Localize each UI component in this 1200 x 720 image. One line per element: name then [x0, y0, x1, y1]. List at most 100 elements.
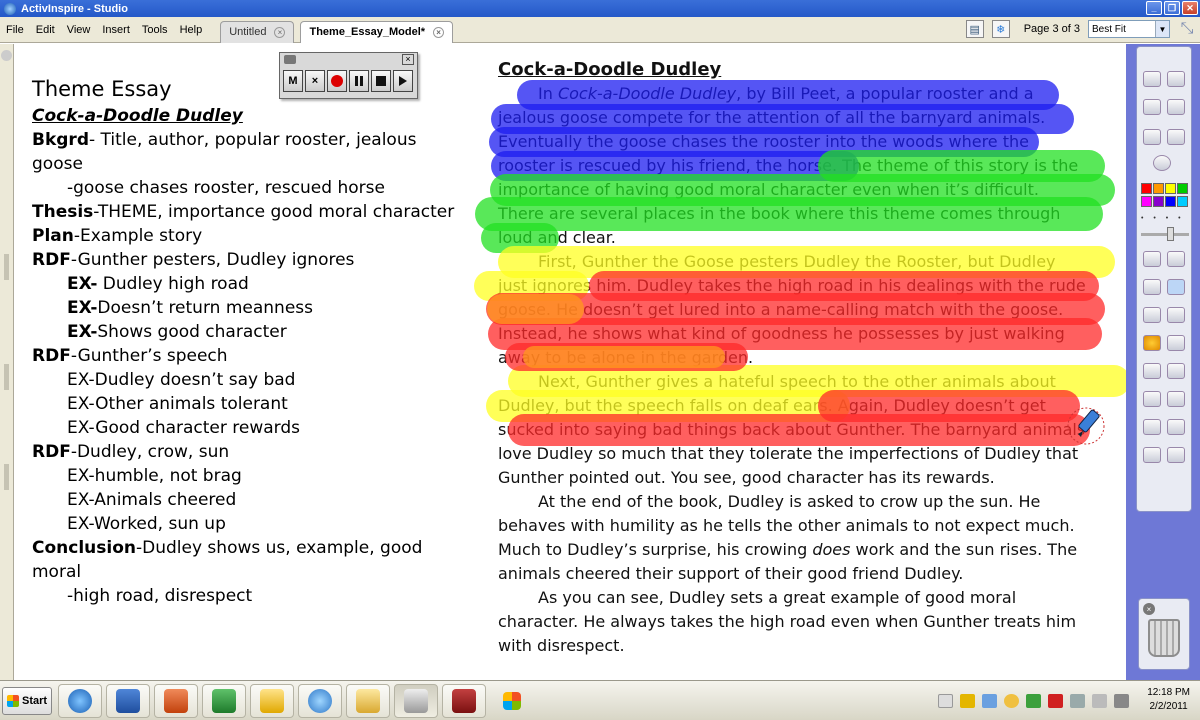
close-button[interactable]: ✕	[1182, 1, 1198, 15]
tab-label: Theme_Essay_Model*	[309, 26, 426, 38]
menu-insert[interactable]: Insert	[96, 24, 136, 36]
eraser-icon[interactable]	[1143, 307, 1161, 323]
menu-file[interactable]: File	[0, 24, 30, 36]
select-icon[interactable]	[1143, 251, 1161, 267]
next-page-icon[interactable]	[1167, 129, 1185, 145]
tray-display-icon[interactable]	[1092, 694, 1107, 708]
taskbar: Start 12:18 PM 2/2/2011	[0, 680, 1200, 720]
chevron-down-icon: ▼	[1155, 21, 1169, 37]
panel-handle[interactable]	[4, 364, 9, 390]
tab-theme-essay-model[interactable]: Theme_Essay_Model* ×	[300, 20, 454, 43]
pen-mode-icon[interactable]	[1143, 99, 1161, 115]
reset-page-icon[interactable]	[1167, 391, 1185, 407]
office-taskbar-button[interactable]	[490, 684, 534, 718]
explorer-taskbar-button[interactable]	[346, 684, 390, 718]
menu-help[interactable]: Help	[174, 24, 209, 36]
color-swatch-yellow[interactable]	[1165, 183, 1176, 194]
window-title: ActivInspire - Studio	[21, 2, 128, 15]
outline-line-text: -goose chases rooster, rescued horse	[67, 178, 385, 198]
panel-handle[interactable]	[4, 254, 9, 280]
outline-line-label: Thesis	[32, 202, 94, 222]
pen-width-slider[interactable]	[1141, 233, 1189, 236]
fullscreen-icon[interactable]: ⤡	[1178, 20, 1196, 38]
color-swatch-magenta[interactable]	[1141, 196, 1152, 207]
itunes-taskbar-button[interactable]	[298, 684, 342, 718]
flipchart-canvas[interactable]: Theme Essay Cock-a-Doodle Dudley Bkgrd- …	[14, 44, 1126, 680]
desktop-annotate-icon[interactable]	[1167, 99, 1185, 115]
clock[interactable]: 12:18 PM 2/2/2011	[1147, 686, 1190, 714]
main-menu-icon[interactable]	[1143, 71, 1161, 87]
minimize-button[interactable]: _	[1146, 1, 1162, 15]
insert-page-icon[interactable]	[1167, 363, 1185, 379]
slider-handle[interactable]	[1167, 227, 1174, 241]
outlook-taskbar-button[interactable]	[250, 684, 294, 718]
outline-line-text: Dudley high road	[97, 274, 249, 294]
play-flipchart-icon[interactable]	[1153, 155, 1171, 171]
tab-close-icon[interactable]: ×	[433, 26, 445, 38]
tray-antivirus-icon[interactable]	[1048, 694, 1063, 708]
zoom-select[interactable]: Best Fit ▼	[1088, 20, 1170, 38]
stop-button[interactable]	[371, 70, 391, 92]
color-swatch-cyan[interactable]	[1177, 196, 1188, 207]
menu-edit[interactable]: Edit	[30, 24, 61, 36]
screen-icon[interactable]	[1167, 447, 1185, 463]
redo-icon[interactable]	[1167, 419, 1185, 435]
internet-explorer-taskbar-button[interactable]	[58, 684, 102, 718]
color-swatch-purple[interactable]	[1153, 196, 1164, 207]
tab-untitled[interactable]: Untitled ×	[220, 20, 295, 43]
book-taskbar-button[interactable]	[442, 684, 486, 718]
recorder-close-button[interactable]: ×	[402, 54, 414, 65]
color-swatch-orange[interactable]	[1153, 183, 1164, 194]
outline-line-label: EX-	[67, 298, 98, 318]
pen-icon[interactable]	[1143, 279, 1161, 295]
volume-icon[interactable]	[1114, 694, 1129, 708]
tray-update-icon[interactable]	[1026, 694, 1041, 708]
undo-icon[interactable]	[1143, 419, 1161, 435]
previous-page-icon[interactable]	[1143, 129, 1161, 145]
trash-bin[interactable]: ×	[1138, 598, 1190, 670]
tray-expand-icon[interactable]	[938, 694, 953, 708]
mute-button[interactable]: M	[283, 70, 303, 92]
recorder-titlebar[interactable]: ×	[280, 53, 417, 66]
color-swatch-green[interactable]	[1177, 183, 1188, 194]
record-button[interactable]	[327, 70, 347, 92]
fill-icon[interactable]	[1167, 307, 1185, 323]
clear-icon[interactable]	[1143, 391, 1161, 407]
browsers-icon[interactable]	[1167, 71, 1185, 87]
close-icon[interactable]: ×	[1143, 603, 1155, 615]
tray-monitor-icon[interactable]	[1070, 694, 1085, 708]
highlighter-icon[interactable]	[1167, 279, 1185, 295]
pen-tool-icon[interactable]	[1167, 251, 1185, 267]
connector-icon[interactable]	[1167, 335, 1185, 351]
pen-width-dots[interactable]: • • • •	[1141, 215, 1189, 223]
folder-icon	[356, 689, 380, 713]
menu-view[interactable]: View	[61, 24, 97, 36]
pause-button[interactable]	[349, 70, 369, 92]
panel-handle[interactable]	[4, 464, 9, 490]
tray-network-icon[interactable]	[982, 694, 997, 708]
color-swatch-blue[interactable]	[1165, 196, 1176, 207]
play-button[interactable]	[393, 70, 413, 92]
activinspire-taskbar-button[interactable]	[394, 684, 438, 718]
start-button[interactable]: Start	[2, 687, 52, 715]
shape-icon[interactable]	[1143, 335, 1161, 351]
powerpoint-taskbar-button[interactable]	[154, 684, 198, 718]
outline-line: EX-humble, not brag	[32, 464, 472, 488]
tray-app-icon[interactable]	[960, 694, 975, 708]
window-controls: _ ❐ ✕	[1146, 1, 1198, 15]
maximize-button[interactable]: ❐	[1164, 1, 1180, 15]
camera-icon[interactable]	[1143, 447, 1161, 463]
excel-taskbar-button[interactable]	[202, 684, 246, 718]
page-controls: ▤ ❄ Page 3 of 3 Best Fit ▼ ⤡	[965, 20, 1196, 38]
outline-line: Bkgrd- Title, author, popular rooster, j…	[32, 128, 472, 176]
word-taskbar-button[interactable]	[106, 684, 150, 718]
tray-messenger-icon[interactable]	[1004, 694, 1019, 708]
menu-tools[interactable]: Tools	[136, 24, 174, 36]
panel-toggle-icon[interactable]	[1, 50, 12, 61]
snowflake-icon[interactable]: ❄	[991, 20, 1010, 38]
cancel-recording-button[interactable]: ×	[305, 70, 325, 92]
color-swatch-red[interactable]	[1141, 183, 1152, 194]
text-icon[interactable]	[1143, 363, 1161, 379]
tab-close-icon[interactable]: ×	[274, 26, 286, 38]
page-browser-icon[interactable]: ▤	[965, 20, 984, 38]
